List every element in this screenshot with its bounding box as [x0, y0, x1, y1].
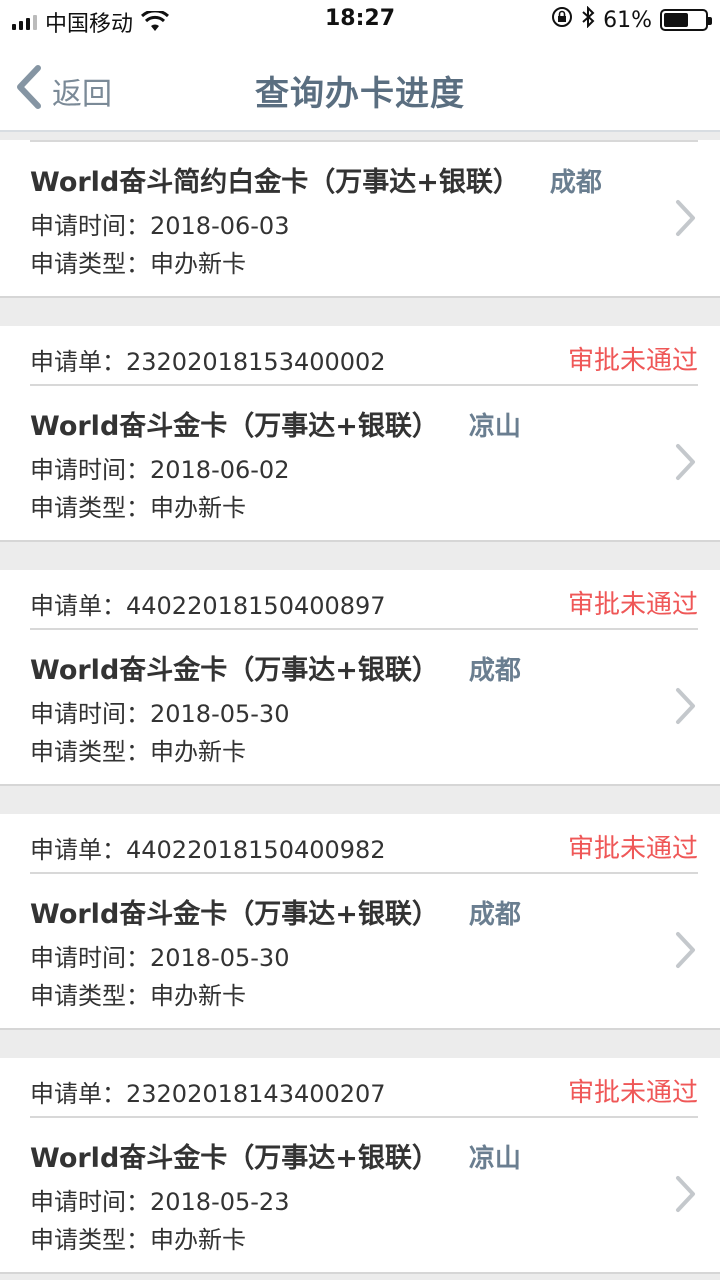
card-city: 凉山: [468, 1144, 521, 1174]
application-card[interactable]: 申请单：44022018150400982 审批未通过 World奋斗金卡（万事…: [0, 814, 720, 1030]
status-right: 61%: [551, 5, 712, 34]
card-city: 成都: [549, 168, 602, 198]
card-city: 成都: [468, 656, 521, 686]
card-name: World奋斗金卡（万事达+银联）: [30, 1143, 439, 1174]
card-header: 申请单：44022018150400897 审批未通过: [30, 570, 698, 630]
chevron-right-icon: [674, 686, 698, 730]
card-header: 申请单：23202018143400207 审批未通过: [30, 1058, 698, 1118]
card-header: 申请单：23202018153400002 审批未通过: [30, 326, 698, 386]
card-city: 成都: [468, 900, 521, 930]
chevron-right-icon: [674, 930, 698, 974]
battery-icon: [660, 9, 712, 31]
apply-time: 申请时间：2018-06-02: [30, 456, 290, 484]
card-name: World奋斗金卡（万事达+银联）: [30, 899, 439, 930]
application-card[interactable]: 申请单：23202018143400207 审批未通过 World奋斗金卡（万事…: [0, 1058, 720, 1274]
apply-type: 申请类型：申办新卡: [30, 494, 246, 522]
apply-type: 申请类型：申办新卡: [30, 1226, 246, 1254]
card-body[interactable]: World奋斗金卡（万事达+银联） 成都 申请时间：2018-05-30 申请类…: [0, 630, 720, 784]
order-number: 申请单：44022018150400897: [30, 592, 386, 620]
apply-type: 申请类型：申办新卡: [30, 982, 246, 1010]
order-number: 申请单：44022018150400982: [30, 836, 386, 864]
card-body[interactable]: World奋斗简约白金卡（万事达+银联） 成都 申请时间：2018-06-03 …: [0, 142, 720, 296]
card-name: World奋斗简约白金卡（万事达+银联）: [30, 167, 520, 198]
apply-type: 申请类型：申办新卡: [30, 250, 246, 278]
application-list: World奋斗简约白金卡（万事达+银联） 成都 申请时间：2018-06-03 …: [0, 134, 720, 1274]
bluetooth-icon: [581, 5, 595, 34]
status-label: 审批未通过: [567, 1078, 698, 1108]
application-card[interactable]: World奋斗简约白金卡（万事达+银联） 成都 申请时间：2018-06-03 …: [0, 140, 720, 298]
card-name: World奋斗金卡（万事达+银联）: [30, 411, 439, 442]
orientation-lock-icon: [551, 6, 573, 34]
apply-time: 申请时间：2018-05-30: [30, 700, 290, 728]
card-body[interactable]: World奋斗金卡（万事达+银联） 凉山 申请时间：2018-05-23 申请类…: [0, 1118, 720, 1272]
order-number: 申请单：23202018153400002: [30, 348, 386, 376]
card-city: 凉山: [468, 412, 521, 442]
application-card[interactable]: 申请单：23202018153400002 审批未通过 World奋斗金卡（万事…: [0, 326, 720, 542]
application-card[interactable]: 申请单：44022018150400897 审批未通过 World奋斗金卡（万事…: [0, 570, 720, 786]
card-name: World奋斗金卡（万事达+银联）: [30, 655, 439, 686]
navigation-bar: 返回 查询办卡进度: [0, 40, 720, 132]
card-body[interactable]: World奋斗金卡（万事达+银联） 凉山 申请时间：2018-06-02 申请类…: [0, 386, 720, 540]
page-title: 查询办卡进度: [255, 74, 465, 114]
status-bar: 中国移动 18:27 61%: [0, 0, 720, 40]
chevron-right-icon: [674, 1174, 698, 1218]
apply-time: 申请时间：2018-05-30: [30, 944, 290, 972]
status-label: 审批未通过: [567, 834, 698, 864]
chevron-right-icon: [674, 442, 698, 486]
battery-percent: 61%: [603, 7, 652, 33]
apply-time: 申请时间：2018-06-03: [30, 212, 290, 240]
order-number: 申请单：23202018143400207: [30, 1080, 386, 1108]
card-header: 申请单：44022018150400982 审批未通过: [30, 814, 698, 874]
status-label: 审批未通过: [567, 590, 698, 620]
apply-type: 申请类型：申办新卡: [30, 738, 246, 766]
apply-time: 申请时间：2018-05-23: [30, 1188, 290, 1216]
chevron-right-icon: [674, 198, 698, 242]
status-label: 审批未通过: [567, 346, 698, 376]
card-body[interactable]: World奋斗金卡（万事达+银联） 成都 申请时间：2018-05-30 申请类…: [0, 874, 720, 1028]
